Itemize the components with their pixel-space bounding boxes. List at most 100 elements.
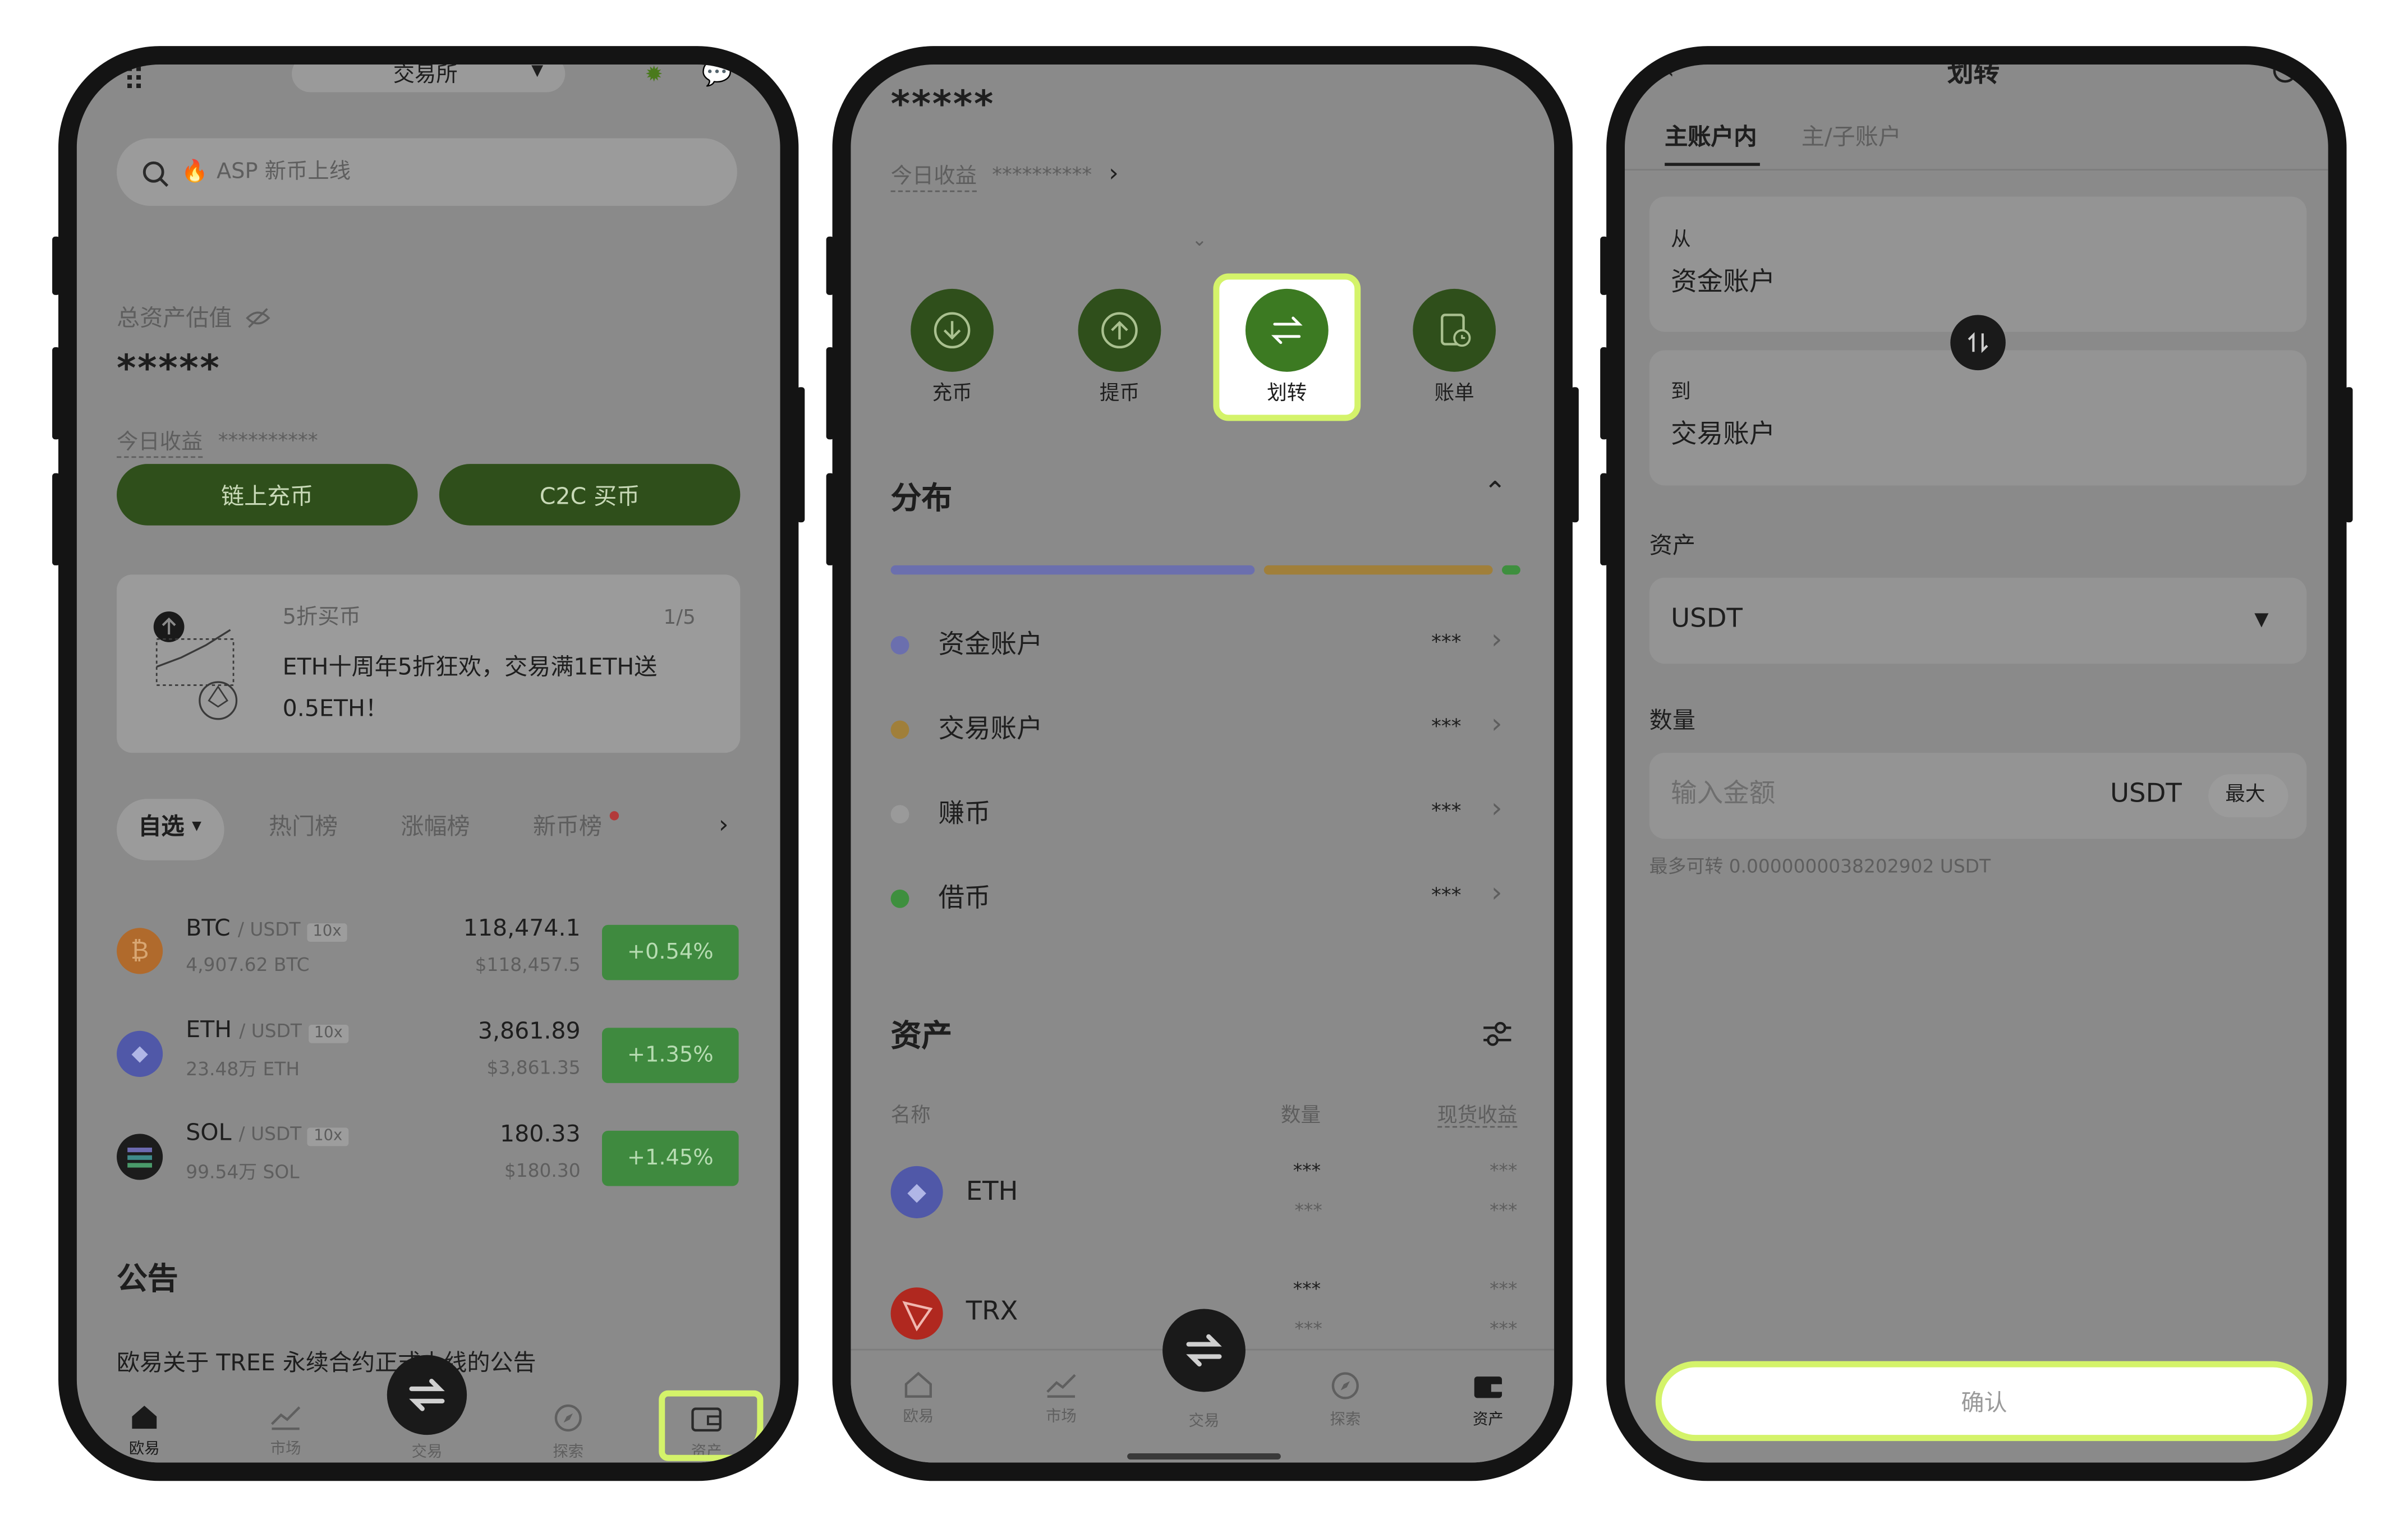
tab-divider: [1625, 169, 2328, 171]
filter-sliders-icon[interactable]: [1481, 1017, 1514, 1051]
account-name: 赚币: [938, 799, 991, 830]
nav-home[interactable]: 欧易: [897, 1370, 940, 1426]
tab-hot[interactable]: 热门榜: [269, 815, 338, 839]
market-volume: 99.54万 SOL: [186, 1161, 300, 1183]
market-symbol: SOL / USDT 10x: [186, 1121, 349, 1147]
transfer-label: 划转: [1267, 382, 1307, 406]
to-label: 到: [1671, 381, 1691, 404]
trade-fab[interactable]: [1162, 1309, 1246, 1392]
sol-coin-icon: [117, 1134, 163, 1180]
collapse-chevron-icon[interactable]: ⌃: [1483, 478, 1506, 507]
onchain-deposit-button[interactable]: 链上充币: [117, 464, 418, 526]
home-icon: [132, 1406, 157, 1429]
distribution-segment: [1263, 565, 1493, 575]
nav-home[interactable]: 欧易: [123, 1403, 166, 1458]
market-usd-price: $3,861.35: [486, 1057, 581, 1079]
tab-gainers[interactable]: 涨幅榜: [401, 815, 470, 839]
transfer-button[interactable]: [1245, 288, 1329, 372]
wallet-icon: [1474, 1376, 1502, 1398]
asset-name: ETH: [966, 1177, 1018, 1208]
trx-coin-icon: [890, 1287, 943, 1340]
announcement-item[interactable]: 欧易关于 TREE 永续合约正式上线的公告: [117, 1351, 536, 1375]
phone-side-button: [826, 347, 834, 440]
nav-assets[interactable]: 资产: [1467, 1370, 1510, 1429]
active-tab-underline: [1665, 163, 1760, 166]
market-symbol: BTC / USDT 10x: [186, 917, 348, 942]
from-account-card[interactable]: [1649, 196, 2307, 332]
chevron-right-icon: ›: [1491, 623, 1502, 656]
dropdown-caret-icon: ▼: [2254, 608, 2269, 630]
back-arrow-icon[interactable]: ‹: [1665, 65, 1675, 83]
deposit-label: 充币: [932, 382, 972, 406]
new-dot-badge: [609, 811, 619, 821]
asset-pnl-rate: ***: [1490, 1200, 1518, 1222]
nav-explore[interactable]: 探索: [1324, 1370, 1367, 1429]
phone-home: ⠿ 交易所 ▼ ✹ 💬 🔥 ASP 新币上线 总资产估值 ***** 今日收益 …: [52, 46, 805, 1481]
phone-side-button: [826, 473, 834, 565]
today-earnings-label[interactable]: 今日收益: [890, 166, 977, 192]
market-chart-icon: [1046, 1374, 1076, 1398]
eth-coin-icon: ◆: [890, 1166, 943, 1218]
today-earnings-label[interactable]: 今日收益: [117, 432, 203, 458]
bill-label: 账单: [1434, 382, 1474, 406]
assets-title: 资产: [890, 1017, 953, 1054]
asset-name: TRX: [966, 1296, 1018, 1328]
to-account-card[interactable]: [1649, 350, 2307, 486]
max-label: 最大: [2225, 783, 2265, 807]
tab-main-sub[interactable]: 主/子账户: [1802, 125, 1901, 149]
bill-clock-icon: [1441, 314, 1471, 347]
swap-accounts-button[interactable]: [1950, 315, 2006, 371]
asset-pnl: ***: [1490, 1159, 1518, 1182]
phone-side-button: [52, 236, 60, 295]
history-icon[interactable]: [2270, 65, 2301, 86]
market-price: 3,861.89: [477, 1017, 581, 1045]
tab-new[interactable]: 新币榜: [533, 815, 602, 839]
column-spot-pnl[interactable]: 现货收益: [1437, 1106, 1518, 1128]
compass-icon: [1331, 1372, 1359, 1399]
account-dot: [890, 805, 909, 824]
confirm-button[interactable]: 确认: [1655, 1361, 2313, 1442]
exchange-label: 交易所: [393, 65, 458, 88]
chevron-right-icon[interactable]: ›: [719, 812, 729, 837]
asset-select[interactable]: [1649, 577, 2307, 664]
market-volume: 4,907.62 BTC: [186, 954, 310, 976]
nav-market[interactable]: 市场: [1040, 1370, 1083, 1426]
swap-icon: [1186, 1334, 1222, 1367]
chevron-down-icon: ▼: [192, 818, 202, 833]
account-dot: [890, 889, 909, 908]
withdraw-button[interactable]: [1078, 288, 1161, 372]
nav-trade-label: 交易: [411, 1444, 443, 1461]
market-usd-price: $180.30: [504, 1159, 581, 1182]
nav-explore[interactable]: 探索: [546, 1403, 590, 1461]
search-bar[interactable]: [117, 138, 737, 206]
asset-pnl-rate: ***: [1490, 1318, 1518, 1340]
phone-side-button: [1600, 473, 1608, 565]
chevron-right-icon[interactable]: ›: [1109, 160, 1119, 186]
compass-icon: [554, 1404, 582, 1432]
asset-pnl: ***: [1490, 1278, 1518, 1300]
trade-fab[interactable]: [387, 1355, 467, 1435]
bill-button[interactable]: [1413, 288, 1496, 372]
promo-line1: ETH十周年5折狂欢，交易满1ETH送: [282, 653, 658, 681]
account-value: ***: [1431, 885, 1462, 908]
expand-chevron-icon[interactable]: ⌄: [1192, 231, 1207, 249]
phone-side-button: [1600, 236, 1608, 295]
chevron-right-icon: ›: [1491, 793, 1502, 825]
change-badge: +1.45%: [602, 1130, 739, 1186]
c2c-buy-button[interactable]: C2C 买币: [439, 464, 741, 526]
distribution-bar: [890, 565, 1520, 575]
tab-within-main[interactable]: 主账户内: [1665, 125, 1757, 149]
nav-market[interactable]: 市场: [264, 1403, 307, 1458]
phone-side-button: [1571, 387, 1579, 523]
reward-icon[interactable]: ✹: [645, 65, 663, 86]
grid-menu-icon[interactable]: ⠿: [123, 65, 147, 95]
asset-qty: ***: [1293, 1278, 1321, 1300]
total-masked-value: *****: [890, 82, 995, 126]
quantity-placeholder: 输入金额: [1671, 779, 1776, 810]
deposit-button[interactable]: [911, 288, 994, 372]
to-account-value: 交易账户: [1671, 419, 1776, 450]
hide-eye-icon[interactable]: [246, 307, 270, 329]
change-badge: +0.54%: [602, 924, 739, 980]
chat-icon[interactable]: 💬: [702, 65, 733, 86]
phone-transfer: ‹ 划转 主账户内 主/子账户 从 资金账户 到 交易账户 资产 USDT ▼ …: [1600, 46, 2353, 1481]
